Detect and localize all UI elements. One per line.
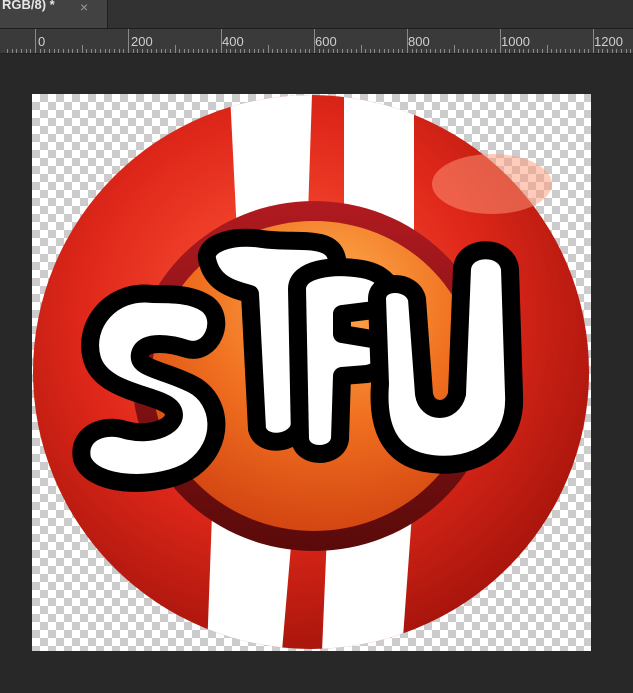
ruler-label-400: 400 [222, 34, 244, 49]
stfu-badge-logo [33, 95, 589, 649]
document-tab[interactable]: RGB/8) * × [0, 0, 108, 28]
ruler-label-1200: 1200 [594, 34, 623, 49]
ruler-label-200: 200 [131, 34, 153, 49]
ruler-label-0: 0 [38, 34, 46, 49]
ruler-label-600: 600 [315, 34, 337, 49]
ruler-label-800: 800 [408, 34, 430, 49]
close-tab-icon[interactable]: × [80, 0, 88, 16]
ruler-label-1000: 1000 [501, 34, 530, 49]
badge-highlight [432, 154, 552, 214]
horizontal-ruler[interactable]: 0 200 400 600 800 1000 1200 [0, 29, 633, 54]
document-tab-title: RGB/8) * [2, 0, 55, 12]
document-canvas[interactable] [32, 94, 591, 651]
document-tab-bar: RGB/8) * × [0, 0, 633, 29]
